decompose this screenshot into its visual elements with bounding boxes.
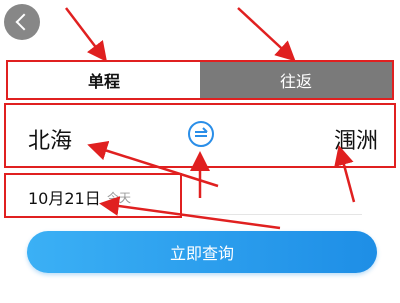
departure-city[interactable]: 北海	[28, 123, 72, 155]
search-button[interactable]: 立即查询	[27, 231, 377, 273]
route-selector: 北海 涠洲	[4, 103, 396, 168]
arrival-city[interactable]: 涠洲	[334, 123, 378, 155]
divider	[182, 214, 362, 215]
ferry-booking-card: 单程 往返 北海 涠洲 10月21日 今天 立即查询	[0, 0, 400, 303]
swap-icon[interactable]	[188, 121, 214, 147]
tab-round-trip[interactable]: 往返	[200, 62, 392, 98]
swap-arrow-icon	[195, 127, 208, 137]
date-selector[interactable]: 10月21日 今天	[4, 173, 182, 218]
tab-one-way[interactable]: 单程	[8, 62, 200, 98]
trip-type-tabs: 单程 往返	[6, 60, 394, 100]
back-icon	[15, 13, 33, 31]
departure-date: 10月21日	[28, 189, 101, 208]
back-button[interactable]	[4, 4, 40, 40]
date-hint: 今天	[107, 191, 132, 205]
